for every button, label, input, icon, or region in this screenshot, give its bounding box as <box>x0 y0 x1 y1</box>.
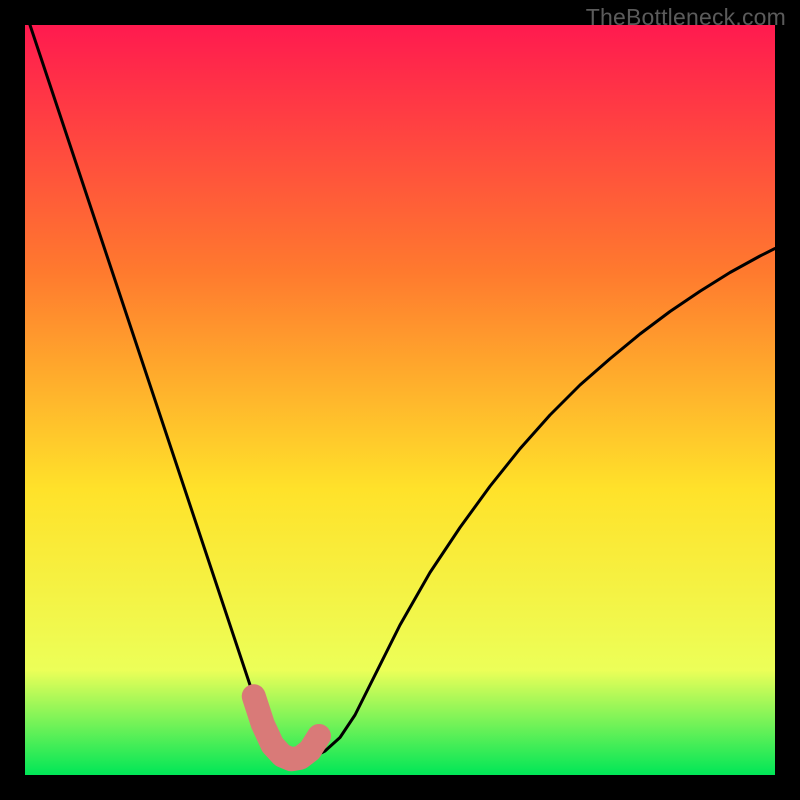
bottleneck-chart <box>25 25 775 775</box>
chart-frame: TheBottleneck.com <box>0 0 800 800</box>
plot-area <box>25 25 775 775</box>
gradient-background <box>25 25 775 775</box>
